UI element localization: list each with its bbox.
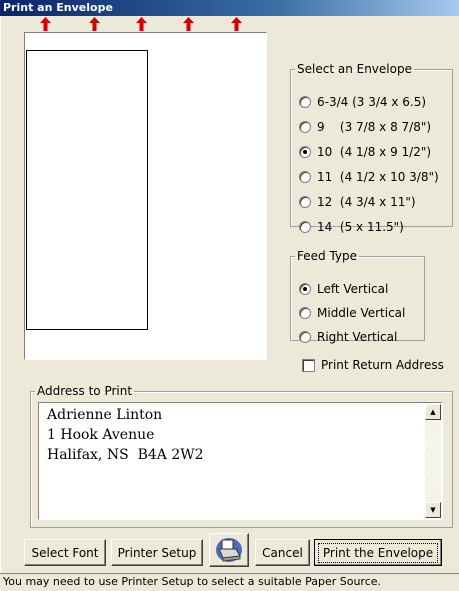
scroll-up-icon[interactable]: ▲	[425, 404, 441, 420]
envelope-option-label: 11 (4 1/2 x 10 3/8")	[317, 170, 439, 184]
radio-button[interactable]	[299, 307, 311, 319]
feed-option-label: Right Vertical	[317, 330, 398, 344]
envelope-size-group: Select an Envelope 6-3/4 (3 3/4 x 6.5) 9…	[290, 62, 453, 234]
print-return-address-checkbox[interactable]: Print Return Address	[302, 358, 444, 372]
status-bar: You may need to use Printer Setup to sel…	[0, 573, 459, 591]
envelope-option-label: 10 (4 1/8 x 9 1/2")	[317, 145, 432, 159]
envelope-size-legend: Select an Envelope	[297, 62, 412, 76]
feed-type-group: Feed Type Left Vertical Middle Vertical …	[290, 249, 425, 344]
envelope-option-14[interactable]: 14 (5 x 11.5")	[299, 219, 404, 235]
envelope-outline	[26, 50, 148, 330]
printer-icon-button[interactable]	[209, 533, 249, 567]
address-scrollbar[interactable]: ▲ ▼	[425, 404, 441, 518]
envelope-option-6-3-4[interactable]: 6-3/4 (3 3/4 x 6.5)	[299, 94, 426, 110]
envelope-option-label: 6-3/4 (3 3/4 x 6.5)	[317, 95, 427, 109]
envelope-option-label: 9 (3 7/8 x 8 7/8")	[317, 120, 432, 134]
radio-button-selected[interactable]	[299, 283, 311, 295]
address-line: 1 Hook Avenue	[47, 427, 155, 443]
select-font-button[interactable]: Select Font	[24, 539, 106, 566]
radio-button[interactable]	[299, 221, 311, 233]
printer-icon	[216, 538, 242, 562]
radio-button-selected[interactable]	[299, 146, 311, 158]
scroll-down-icon[interactable]: ▼	[425, 502, 441, 518]
envelope-option-11[interactable]: 11 (4 1/2 x 10 3/8")	[299, 169, 439, 185]
print-envelope-label: Print the Envelope	[317, 542, 439, 563]
envelope-option-label: 12 (4 3/4 x 11")	[317, 195, 416, 209]
feed-type-legend: Feed Type	[297, 249, 358, 263]
feed-arrow-icon	[136, 17, 147, 31]
feed-option-middle-vertical[interactable]: Middle Vertical	[299, 305, 405, 321]
feed-arrow-icon	[40, 17, 51, 31]
printer-setup-button[interactable]: Printer Setup	[111, 539, 203, 566]
radio-button[interactable]	[299, 331, 311, 343]
feed-option-label: Middle Vertical	[317, 306, 406, 320]
feed-arrow-icon	[89, 17, 100, 31]
window-title: Print an Envelope	[0, 0, 459, 16]
address-textarea[interactable]: Adrienne Linton 1 Hook Avenue Halifax, N…	[38, 402, 443, 520]
envelope-preview	[24, 32, 267, 360]
feed-option-right-vertical[interactable]: Right Vertical	[299, 329, 397, 345]
address-line: Adrienne Linton	[47, 407, 163, 423]
address-line: Halifax, NS B4A 2W2	[47, 447, 204, 463]
address-legend: Address to Print	[37, 384, 133, 398]
envelope-option-10[interactable]: 10 (4 1/8 x 9 1/2")	[299, 144, 431, 160]
checkbox-box[interactable]	[302, 358, 315, 372]
radio-button[interactable]	[299, 196, 311, 208]
feed-option-label: Left Vertical	[317, 282, 389, 296]
radio-button[interactable]	[299, 171, 311, 183]
envelope-option-12[interactable]: 12 (4 3/4 x 11")	[299, 194, 416, 210]
cancel-button[interactable]: Cancel	[255, 539, 310, 566]
feed-arrow-icon	[183, 17, 194, 31]
envelope-option-label: 14 (5 x 11.5")	[317, 220, 404, 234]
radio-button[interactable]	[299, 121, 311, 133]
feed-arrow-icon	[231, 17, 242, 31]
print-envelope-button[interactable]: Print the Envelope	[314, 539, 442, 566]
print-return-address-label: Print Return Address	[321, 358, 444, 372]
feed-option-left-vertical[interactable]: Left Vertical	[299, 281, 388, 297]
envelope-option-9[interactable]: 9 (3 7/8 x 8 7/8")	[299, 119, 431, 135]
radio-button[interactable]	[299, 96, 311, 108]
